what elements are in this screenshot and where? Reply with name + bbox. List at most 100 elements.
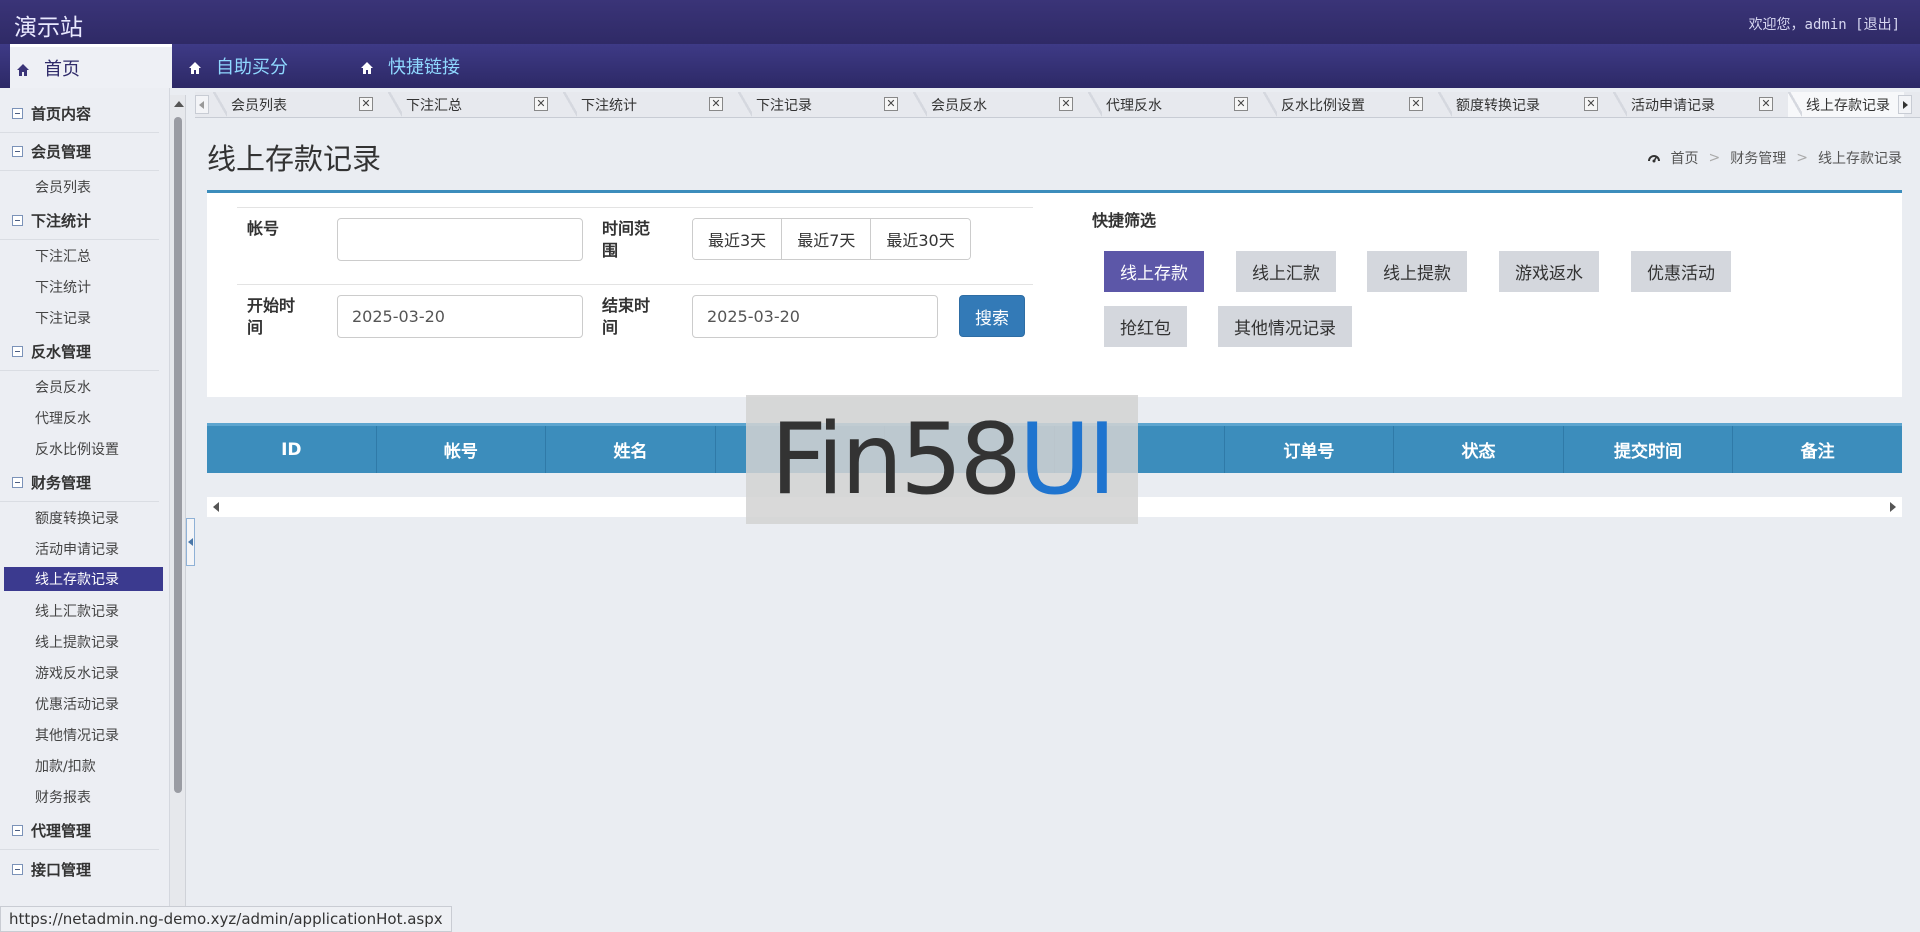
sidebar-item-member-rebate[interactable]: 会员反水: [0, 371, 169, 402]
sidebar-group-agents[interactable]: 代理管理: [0, 812, 159, 850]
close-icon[interactable]: ✕: [1759, 97, 1773, 111]
tab-transfer-records[interactable]: 额度转换记录 ✕: [1438, 92, 1602, 117]
start-date-input[interactable]: 2025-03-20: [337, 295, 583, 338]
tab-bet-stats[interactable]: 下注统计 ✕: [563, 92, 727, 117]
end-time-label: 结束时间: [602, 296, 651, 337]
range-30-days-button[interactable]: 最近30天: [871, 219, 970, 259]
close-icon[interactable]: ✕: [884, 97, 898, 111]
sidebar-item-rebate-ratio[interactable]: 反水比例设置: [0, 433, 169, 464]
sidebar-item-member-list[interactable]: 会员列表: [0, 171, 169, 202]
tab-member-list[interactable]: 会员列表 ✕: [213, 92, 377, 117]
column-submit-time[interactable]: 提交时间: [1564, 426, 1734, 473]
close-icon[interactable]: ✕: [534, 97, 548, 111]
nav-quick-links[interactable]: 快捷链接: [360, 44, 460, 88]
close-icon[interactable]: ✕: [1234, 97, 1248, 111]
column-remarks[interactable]: 备注: [1733, 426, 1902, 473]
sidebar-item-activity-requests[interactable]: 活动申请记录: [0, 533, 169, 564]
sidebar-item-bet-stats[interactable]: 下注统计: [0, 271, 169, 302]
nav-home-label: 首页: [44, 58, 80, 80]
column-account[interactable]: 帐号: [377, 426, 547, 473]
tab-scroll-left-button[interactable]: [195, 95, 209, 114]
tab-bet-records[interactable]: 下注记录 ✕: [738, 92, 902, 117]
collapse-icon: [12, 108, 23, 119]
end-date-input[interactable]: 2025-03-20: [692, 295, 938, 338]
sidebar-item-promotions[interactable]: 优惠活动记录: [0, 688, 169, 719]
collapse-icon: [12, 477, 23, 488]
nav-self-buy-label: 自助买分: [216, 57, 288, 78]
search-form: 帐号 时间范围 最近3天 最近7天 最近30天 开始时间 2025-03-20 …: [237, 207, 1033, 358]
sidebar-item-online-withdrawals[interactable]: 线上提款记录: [0, 626, 169, 657]
sidebar-group-api[interactable]: 接口管理: [0, 850, 169, 888]
home-icon: [188, 59, 202, 74]
scroll-left-icon[interactable]: [213, 502, 219, 512]
site-title: 演示站: [14, 15, 83, 41]
quick-game-rebate-button[interactable]: 游戏返水: [1499, 251, 1599, 292]
sidebar-item-add-deduct[interactable]: 加款/扣款: [0, 750, 169, 781]
quick-promotions-button[interactable]: 优惠活动: [1631, 251, 1731, 292]
scrollbar-thumb[interactable]: [174, 117, 182, 793]
range-7-days-button[interactable]: 最近7天: [782, 219, 872, 259]
scroll-right-icon[interactable]: [1890, 502, 1896, 512]
tab-bet-summary[interactable]: 下注汇总 ✕: [388, 92, 552, 117]
column-status[interactable]: 状态: [1394, 426, 1564, 473]
tab-activity-requests[interactable]: 活动申请记录 ✕: [1613, 92, 1777, 117]
quick-online-remittance-button[interactable]: 线上汇款: [1236, 251, 1336, 292]
sidebar-item-bet-records[interactable]: 下注记录: [0, 302, 169, 333]
home-icon: [16, 61, 30, 76]
scroll-up-icon[interactable]: [174, 101, 184, 107]
browser-status-url: https://netadmin.ng-demo.xyz/admin/appli…: [0, 906, 452, 932]
sidebar-item-online-remittance[interactable]: 线上汇款记录: [0, 595, 169, 626]
close-icon[interactable]: ✕: [1584, 97, 1598, 111]
breadcrumb-current: 线上存款记录: [1818, 151, 1902, 167]
welcome-logout-link[interactable]: 欢迎您，admin [退出]: [1749, 14, 1900, 34]
tab-member-rebate[interactable]: 会员反水 ✕: [913, 92, 1077, 117]
sidebar-item-online-deposits[interactable]: 线上存款记录: [4, 567, 163, 591]
tab-strip: 会员列表 ✕ 下注汇总 ✕ 下注统计 ✕ 下注记录 ✕ 会员反水 ✕ 代理反水 ✕ 反水比例…: [195, 92, 1920, 118]
close-icon[interactable]: ✕: [359, 97, 373, 111]
search-button[interactable]: 搜索: [959, 295, 1025, 337]
close-icon[interactable]: ✕: [1059, 97, 1073, 111]
tab-online-deposits[interactable]: 线上存款记录: [1788, 92, 1904, 117]
quick-online-withdrawal-button[interactable]: 线上提款: [1367, 251, 1467, 292]
account-input[interactable]: [337, 218, 583, 261]
account-label: 帐号: [247, 219, 280, 238]
sidebar-group-home[interactable]: 首页内容: [0, 95, 159, 133]
breadcrumb: 首页 > 财务管理 > 线上存款记录: [1647, 148, 1902, 168]
sidebar-group-rebate[interactable]: 反水管理: [0, 333, 159, 371]
sidebar-group-members[interactable]: 会员管理: [0, 133, 159, 171]
tab-rebate-ratio[interactable]: 反水比例设置 ✕: [1263, 92, 1427, 117]
range-3-days-button[interactable]: 最近3天: [693, 219, 783, 259]
sidebar-scrollbar[interactable]: [170, 95, 186, 932]
breadcrumb-separator: >: [1796, 150, 1808, 166]
tab-agent-rebate[interactable]: 代理反水 ✕: [1088, 92, 1252, 117]
sidebar-group-bets[interactable]: 下注统计: [0, 202, 159, 240]
sidebar-group-finance[interactable]: 财务管理: [0, 464, 159, 502]
column-id[interactable]: ID: [207, 426, 377, 473]
sidebar-item-other-records[interactable]: 其他情况记录: [0, 719, 169, 750]
sidebar-item-agent-rebate[interactable]: 代理反水: [0, 402, 169, 433]
sidebar-item-bet-summary[interactable]: 下注汇总: [0, 240, 169, 271]
home-icon: [360, 59, 374, 74]
close-icon[interactable]: ✕: [709, 97, 723, 111]
quick-other-records-button[interactable]: 其他情况记录: [1218, 306, 1352, 347]
time-range-label: 时间范围: [602, 219, 651, 260]
sidebar-item-finance-report[interactable]: 财务报表: [0, 781, 169, 812]
page-title: 线上存款记录: [207, 142, 382, 176]
sidebar-collapse-toggle[interactable]: [186, 518, 195, 566]
filter-panel: 帐号 时间范围 最近3天 最近7天 最近30天 开始时间 2025-03-20 …: [207, 190, 1902, 397]
nav-self-buy[interactable]: 自助买分: [188, 44, 288, 88]
sidebar-item-game-rebate[interactable]: 游戏反水记录: [0, 657, 169, 688]
breadcrumb-finance[interactable]: 财务管理: [1730, 148, 1786, 168]
tab-scroll-right-button[interactable]: [1898, 95, 1912, 114]
nav-home[interactable]: 首页: [10, 44, 172, 88]
sidebar-item-transfer-records[interactable]: 额度转换记录: [0, 502, 169, 533]
column-order-number[interactable]: 订单号: [1225, 426, 1395, 473]
close-icon[interactable]: ✕: [1409, 97, 1423, 111]
watermark-logo: Fin58 UI: [746, 395, 1138, 524]
dashboard-icon: [1647, 151, 1661, 165]
quick-red-packet-button[interactable]: 抢红包: [1104, 306, 1187, 347]
quick-online-deposit-button[interactable]: 线上存款: [1104, 251, 1204, 292]
collapse-icon: [12, 825, 23, 836]
breadcrumb-home[interactable]: 首页: [1671, 148, 1699, 168]
column-name[interactable]: 姓名: [546, 426, 716, 473]
